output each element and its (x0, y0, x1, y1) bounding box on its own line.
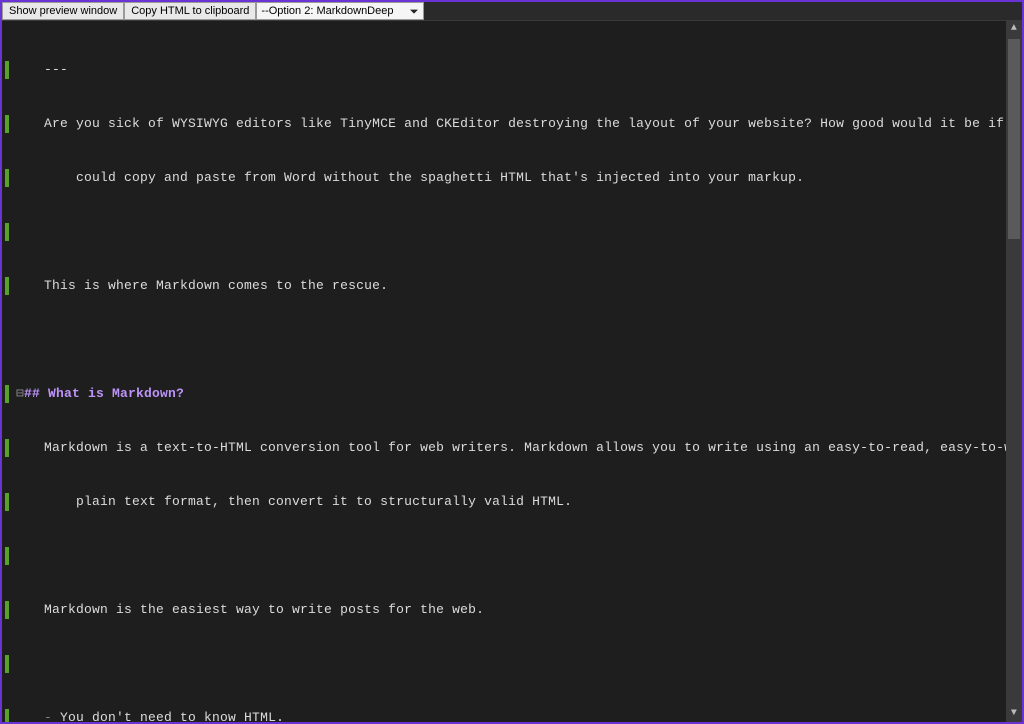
vertical-scrollbar[interactable]: ▲ ▼ (1006, 21, 1022, 722)
scroll-up-icon[interactable]: ▲ (1006, 21, 1022, 37)
bullet-text: You don't need to know HTML. (60, 710, 284, 722)
text-line: Markdown is the easiest way to write pos… (44, 602, 484, 617)
heading-line: ## What is Markdown? (24, 386, 184, 401)
show-preview-button[interactable]: Show preview window (2, 2, 124, 20)
text-line: Are you sick of WYSIWYG editors like Tin… (44, 116, 1022, 131)
scroll-down-icon[interactable]: ▼ (1006, 706, 1022, 722)
fold-toggle-icon[interactable]: ⊟ (16, 385, 24, 403)
editor-window: Show preview window Copy HTML to clipboa… (0, 0, 1024, 724)
heading-dropdown-value: --Option 2: MarkdownDeep (261, 5, 393, 17)
text-line: --- (44, 62, 68, 77)
code-editor[interactable]: --- Are you sick of WYSIWYG editors like… (2, 21, 1022, 722)
copy-html-button[interactable]: Copy HTML to clipboard (124, 2, 256, 20)
scrollbar-thumb[interactable] (1008, 39, 1020, 239)
bullet-dash: - (44, 710, 60, 722)
text-line: plain text format, then convert it to st… (76, 494, 572, 509)
toolbar: Show preview window Copy HTML to clipboa… (2, 2, 1022, 21)
text-line: could copy and paste from Word without t… (76, 170, 804, 185)
text-line: Markdown is a text-to-HTML conversion to… (44, 440, 1022, 455)
heading-dropdown[interactable]: --Option 2: MarkdownDeep (256, 2, 424, 20)
text-line: This is where Markdown comes to the resc… (44, 278, 388, 293)
